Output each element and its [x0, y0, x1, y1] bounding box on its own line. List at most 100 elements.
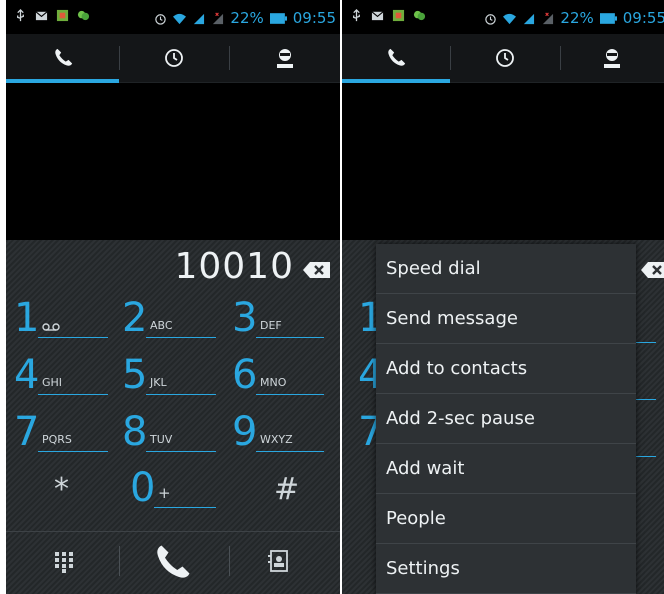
dialpad-icon[interactable] [54, 551, 74, 573]
clock-icon [165, 49, 183, 67]
contact-icon [276, 49, 293, 68]
tab-recent[interactable] [450, 34, 560, 82]
phone-icon [388, 48, 406, 66]
key-digit: 5 [122, 352, 148, 398]
key-underline [38, 451, 108, 452]
contact-icon [604, 49, 620, 68]
key-0[interactable]: 0 + [130, 466, 216, 514]
backspace-icon[interactable] [302, 260, 332, 280]
signal-icon [524, 13, 535, 24]
mail-icon [35, 11, 48, 21]
key-digit: 0 [130, 465, 156, 511]
key-underline [38, 337, 108, 338]
tab-recent[interactable] [119, 34, 229, 82]
battery-icon [599, 12, 617, 24]
key-digit: # [274, 472, 300, 507]
key-7[interactable]: 7 PQRS [14, 410, 108, 458]
dialer-menu-screen: 22% 09:55 1 4 7 Speed dial Send message … [342, 0, 664, 594]
key-letters: TUV [150, 433, 173, 446]
tab-bar [6, 34, 340, 83]
key-5[interactable]: 5 JKL [122, 353, 216, 401]
chat-icon [77, 10, 90, 21]
key-underline [636, 399, 656, 400]
usb-icon [353, 9, 360, 22]
key-digit: 9 [232, 409, 258, 455]
key-letters: PQRS [42, 433, 72, 446]
key-underline [146, 451, 216, 452]
key-letters: GHI [42, 376, 63, 389]
add-contact-icon[interactable] [268, 549, 290, 573]
key-underline [38, 394, 108, 395]
menu-item-add-pause[interactable]: Add 2-sec pause [376, 394, 636, 444]
tab-contacts[interactable] [560, 34, 664, 82]
tab-bar [342, 34, 664, 83]
key-underline [256, 337, 324, 338]
menu-item-add-to-contacts[interactable]: Add to contacts [376, 344, 636, 394]
status-bar: 22% 09:55 [6, 0, 340, 34]
battery-percent: 22% [560, 9, 594, 27]
wifi-icon [503, 13, 517, 24]
key-2[interactable]: 2 ABC [122, 296, 216, 344]
menu-item-speed-dial[interactable]: Speed dial [376, 244, 636, 294]
key-digit: 6 [232, 352, 258, 398]
chat-icon [413, 10, 426, 21]
number-row: 10010 [6, 240, 340, 296]
signal-2-icon [213, 12, 224, 24]
menu-item-send-message[interactable]: Send message [376, 294, 636, 344]
dialer-action-bar [6, 531, 340, 594]
key-digit: 7 [14, 409, 40, 455]
menu-item-settings[interactable]: Settings [376, 544, 636, 594]
action-divider [229, 546, 230, 576]
key-letters: DEF [260, 319, 282, 332]
battery-icon [269, 12, 287, 24]
call-icon[interactable] [151, 542, 193, 584]
key-hash[interactable]: # [270, 466, 310, 514]
key-7[interactable]: 7 [358, 410, 383, 458]
voicemail-icon [42, 323, 60, 331]
key-underline [256, 394, 324, 395]
menu-item-people[interactable]: People [376, 494, 636, 544]
key-8[interactable]: 8 TUV [122, 410, 216, 458]
app-notification-icon [392, 9, 405, 22]
tab-phone[interactable] [342, 34, 450, 83]
key-1[interactable]: 1 [358, 296, 383, 344]
key-4[interactable]: 4 [358, 353, 383, 401]
key-underline [146, 337, 216, 338]
status-bar: 22% 09:55 [342, 0, 664, 34]
keypad-area: 10010 1 2 ABC 3 DEF 4 GHI 5 JKL 6 MNO 7 … [6, 240, 340, 594]
tab-contacts[interactable] [229, 34, 340, 82]
key-digit: * [54, 472, 69, 507]
alarm-icon [155, 13, 167, 25]
key-underline [636, 456, 656, 457]
dialer-screen: 22% 09:55 10010 1 2 ABC 3 DEF 4 GHI 5 JK… [6, 0, 340, 594]
key-letters: + [158, 484, 171, 502]
clock-time: 09:55 [292, 9, 336, 27]
key-digit: 3 [232, 295, 258, 341]
key-4[interactable]: 4 GHI [14, 353, 108, 401]
wifi-icon [173, 13, 187, 24]
key-digit: 4 [14, 352, 40, 398]
clock-time: 09:55 [622, 9, 664, 27]
key-digit: 2 [122, 295, 148, 341]
key-letters: ABC [150, 319, 173, 332]
key-3[interactable]: 3 DEF [232, 296, 324, 344]
action-divider [119, 546, 120, 576]
alarm-icon [485, 13, 497, 25]
tab-phone[interactable] [6, 34, 119, 83]
battery-percent: 22% [230, 9, 264, 27]
mail-icon [371, 11, 384, 21]
dialer-top-area [6, 83, 340, 240]
key-1[interactable]: 1 [14, 296, 108, 344]
key-9[interactable]: 9 WXYZ [232, 410, 324, 458]
backspace-icon[interactable] [640, 260, 664, 280]
key-underline [256, 451, 324, 452]
dialed-number[interactable]: 10010 [174, 246, 294, 287]
key-star[interactable]: * [46, 466, 96, 514]
app-notification-icon [56, 9, 69, 22]
key-underline [154, 507, 216, 508]
key-digit: 8 [122, 409, 148, 455]
key-6[interactable]: 6 MNO [232, 353, 324, 401]
signal-2-icon [543, 12, 554, 24]
usb-icon [17, 9, 24, 22]
menu-item-add-wait[interactable]: Add wait [376, 444, 636, 494]
